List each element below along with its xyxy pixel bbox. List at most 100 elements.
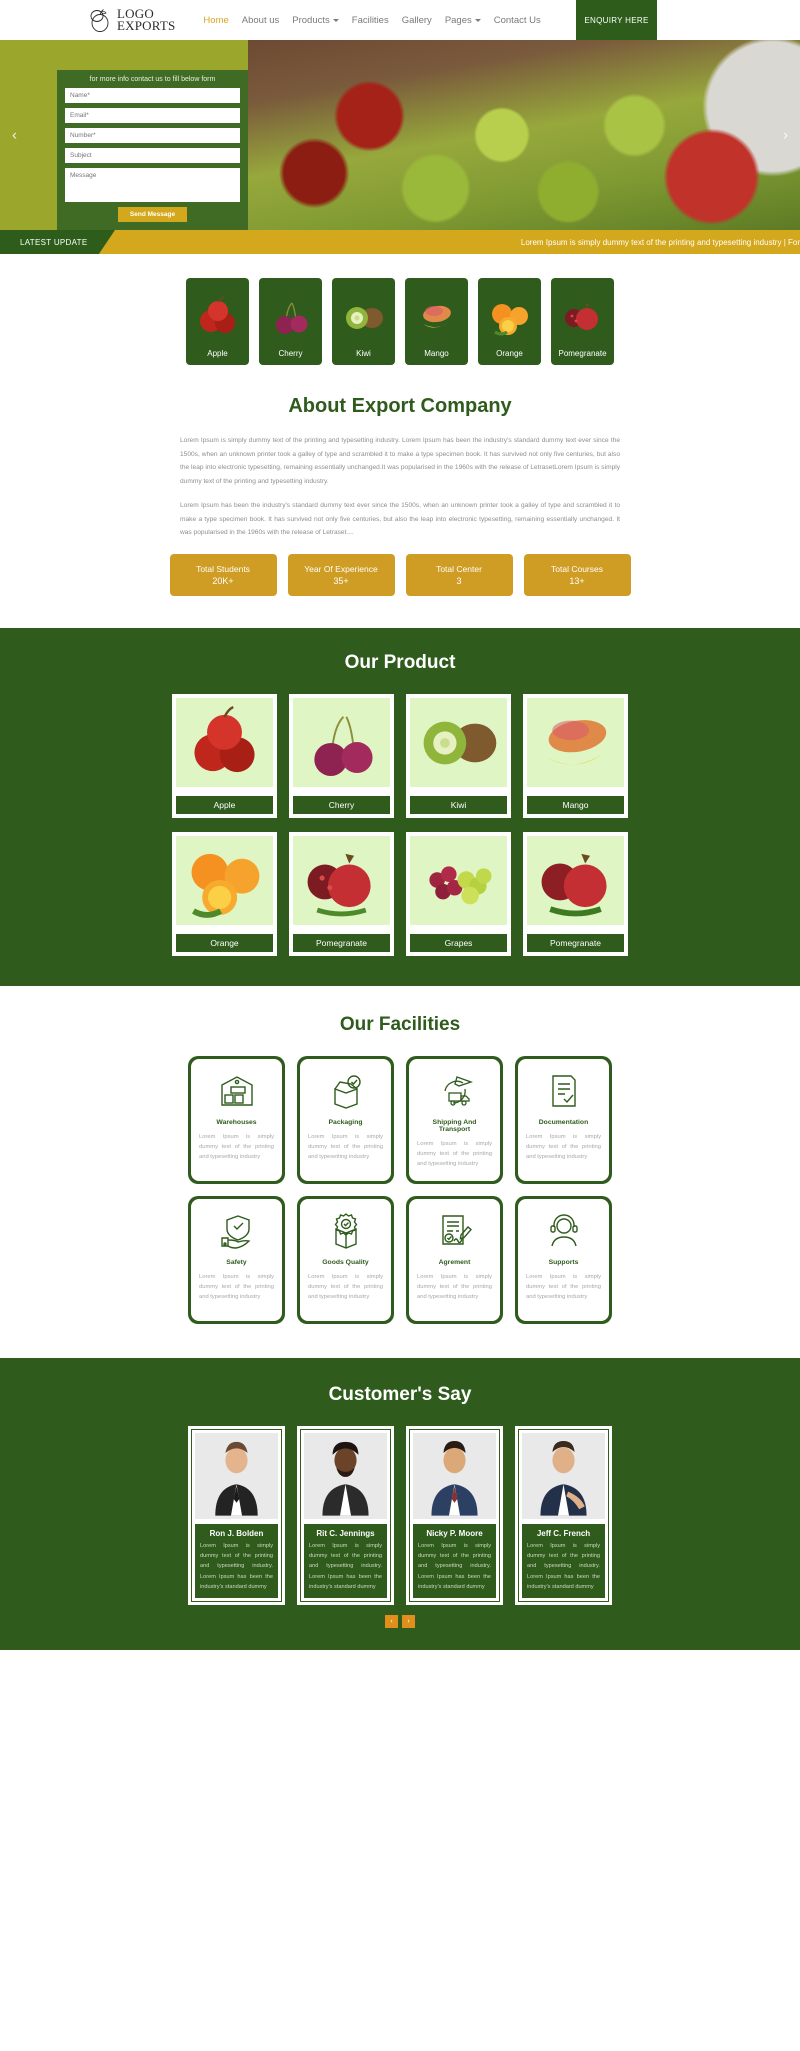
- nav-item-gallery[interactable]: Gallery: [402, 15, 432, 26]
- facility-card-goods-quality[interactable]: Goods Quality Lorem Ipsum is simply dumm…: [297, 1195, 394, 1324]
- headset-agent-icon: [549, 1213, 578, 1246]
- product-card-grapes[interactable]: Grapes: [406, 831, 511, 956]
- testimonial-name: Jeff C. French: [522, 1523, 605, 1541]
- testimonial-card[interactable]: Nicky P. Moore Lorem Ipsum is simply dum…: [406, 1425, 503, 1606]
- kiwi-image: [345, 307, 383, 329]
- about-paragraph-2: Lorem Ipsum has been the industry's stan…: [180, 502, 620, 537]
- product-card-mango[interactable]: Mango: [523, 693, 628, 818]
- category-strip: Apple Cherry Kiwi Mango Orange Pomegrana…: [0, 254, 800, 391]
- pomegranate-image: [293, 835, 390, 925]
- product-name: Apple: [176, 795, 273, 814]
- orange-image: [491, 304, 528, 336]
- main-nav: Home About us Products Facilities Galler…: [203, 15, 540, 26]
- product-name: Cherry: [293, 795, 390, 814]
- nav-label: Pages: [444, 14, 472, 26]
- logo[interactable]: LOGO EXPORTS: [88, 6, 175, 33]
- category-card-kiwi[interactable]: Kiwi: [332, 278, 395, 365]
- category-label: Kiwi: [356, 349, 371, 358]
- stat-total-students: Total Students 20K+: [169, 553, 277, 596]
- testimonial-card[interactable]: Rit C. Jennings Lorem Ipsum is simply du…: [297, 1425, 394, 1606]
- product-card-orange[interactable]: Orange: [172, 831, 277, 956]
- product-card-kiwi[interactable]: Kiwi: [406, 693, 511, 818]
- warehouse-icon: [220, 1075, 253, 1106]
- product-card-apple[interactable]: Apple: [172, 693, 277, 818]
- product-card-cherry[interactable]: Cherry: [289, 693, 394, 818]
- nav-item-pages[interactable]: Pages: [445, 15, 481, 26]
- nav-item-contact-us[interactable]: Contact Us: [494, 15, 541, 26]
- testimonials-next-button[interactable]: ›: [402, 1615, 415, 1629]
- nav-item-home[interactable]: Home: [203, 15, 228, 26]
- stat-title: Total Students: [196, 563, 250, 574]
- mango-image: [422, 305, 451, 328]
- facility-card-safety[interactable]: Safety Lorem Ipsum is simply dummy text …: [188, 1195, 285, 1324]
- facility-card-supports[interactable]: Supports Lorem Ipsum is simply dummy tex…: [515, 1195, 612, 1324]
- send-message-button[interactable]: Send Message: [117, 207, 188, 222]
- products-section: Our Product Apple Cherry Kiwi Mango Oran…: [0, 627, 800, 986]
- message-field[interactable]: [65, 168, 240, 202]
- name-field[interactable]: [65, 88, 240, 103]
- facility-title: Warehouses: [216, 1118, 257, 1126]
- nav-item-about-us[interactable]: About us: [242, 15, 280, 26]
- facility-title: Goods Quality: [322, 1258, 369, 1266]
- testimonial-name: Nicky P. Moore: [413, 1523, 496, 1541]
- nav-item-products[interactable]: Products: [292, 15, 339, 26]
- plane-truck-globe-icon: [443, 1075, 473, 1106]
- hero-image-fruit-sorting: [248, 40, 800, 230]
- product-name: Mango: [527, 795, 624, 814]
- category-card-orange[interactable]: Orange: [478, 278, 541, 365]
- enquiry-form: for more info contact us to fill below f…: [57, 70, 248, 230]
- facilities-grid: Warehouses Lorem Ipsum is simply dummy t…: [0, 1055, 800, 1324]
- product-card-pomegranate[interactable]: Pomegranate: [289, 831, 394, 956]
- testimonial-text: Lorem Ipsum is simply dummy text of the …: [413, 1540, 496, 1599]
- category-card-pomegranate[interactable]: Pomegranate: [551, 278, 614, 365]
- facility-title: Safety: [226, 1258, 247, 1266]
- facility-card-packaging[interactable]: Packaging Lorem Ipsum is simply dummy te…: [297, 1055, 394, 1184]
- about-title: About Export Company: [288, 395, 512, 417]
- stat-total-courses: Total Courses 13+: [523, 553, 631, 596]
- apple-image: [176, 697, 273, 787]
- stat-value: 35+: [333, 575, 349, 586]
- facility-card-agrement[interactable]: Agrement Lorem Ipsum is simply dummy tex…: [406, 1195, 503, 1324]
- facility-card-shipping-and-transport[interactable]: Shipping And Transport Lorem Ipsum is si…: [406, 1055, 503, 1184]
- nav-item-facilities[interactable]: Facilities: [352, 15, 389, 26]
- email-field[interactable]: [65, 108, 240, 123]
- cherry-image: [275, 302, 307, 334]
- nav-label: About us: [241, 14, 280, 26]
- kiwi-image: [410, 697, 507, 787]
- number-field[interactable]: [65, 128, 240, 143]
- category-card-apple[interactable]: Apple: [186, 278, 249, 365]
- logo-text: LOGO EXPORTS: [117, 6, 175, 33]
- category-label: Orange: [496, 349, 523, 358]
- nav-label: Gallery: [401, 14, 432, 26]
- fruit-outline-icon: [90, 9, 109, 32]
- avatar: [413, 1432, 496, 1519]
- product-name: Pomegranate: [293, 933, 390, 952]
- testimonial-card[interactable]: Ron J. Bolden Lorem Ipsum is simply dumm…: [188, 1425, 285, 1606]
- testimonial-text: Lorem Ipsum is simply dummy text of the …: [304, 1540, 387, 1599]
- avatar: [304, 1432, 387, 1519]
- carousel-next-arrow[interactable]: ›: [783, 127, 788, 144]
- ticker-text: Lorem Ipsum is simply dummy text of the …: [520, 237, 800, 247]
- chevron-down-icon: [332, 18, 339, 22]
- cherry-image: [293, 697, 390, 787]
- grapes-image: [410, 835, 507, 925]
- product-card-pomegranate-2[interactable]: Pomegranate: [523, 831, 628, 956]
- products-grid: Apple Cherry Kiwi Mango Orange Pomegrana…: [0, 693, 800, 956]
- facility-title: Shipping And Transport: [432, 1118, 477, 1133]
- testimonials-prev-button[interactable]: ‹: [385, 1615, 398, 1629]
- category-card-mango[interactable]: Mango: [405, 278, 468, 365]
- open-box-check-icon: [333, 1074, 361, 1109]
- facility-desc: Lorem Ipsum is simply dummy text of the …: [199, 1273, 274, 1300]
- facility-card-warehouses[interactable]: Warehouses Lorem Ipsum is simply dummy t…: [188, 1055, 285, 1184]
- category-card-cherry[interactable]: Cherry: [259, 278, 322, 365]
- facility-desc: Lorem Ipsum is simply dummy text of the …: [199, 1133, 274, 1160]
- stats-row: Total Students 20K+ Year Of Experience 3…: [0, 553, 800, 614]
- carousel-prev-arrow[interactable]: ‹: [12, 127, 17, 144]
- subject-field[interactable]: [65, 148, 240, 163]
- facility-desc: Lorem Ipsum is simply dummy text of the …: [417, 1273, 492, 1300]
- product-name: Kiwi: [410, 795, 507, 814]
- testimonial-card[interactable]: Jeff C. French Lorem Ipsum is simply dum…: [515, 1425, 612, 1606]
- pomegranate-image: [564, 303, 598, 330]
- facility-card-documentation[interactable]: Documentation Lorem Ipsum is simply dumm…: [515, 1055, 612, 1184]
- enquiry-here-button[interactable]: ENQUIRY HERE: [576, 0, 657, 40]
